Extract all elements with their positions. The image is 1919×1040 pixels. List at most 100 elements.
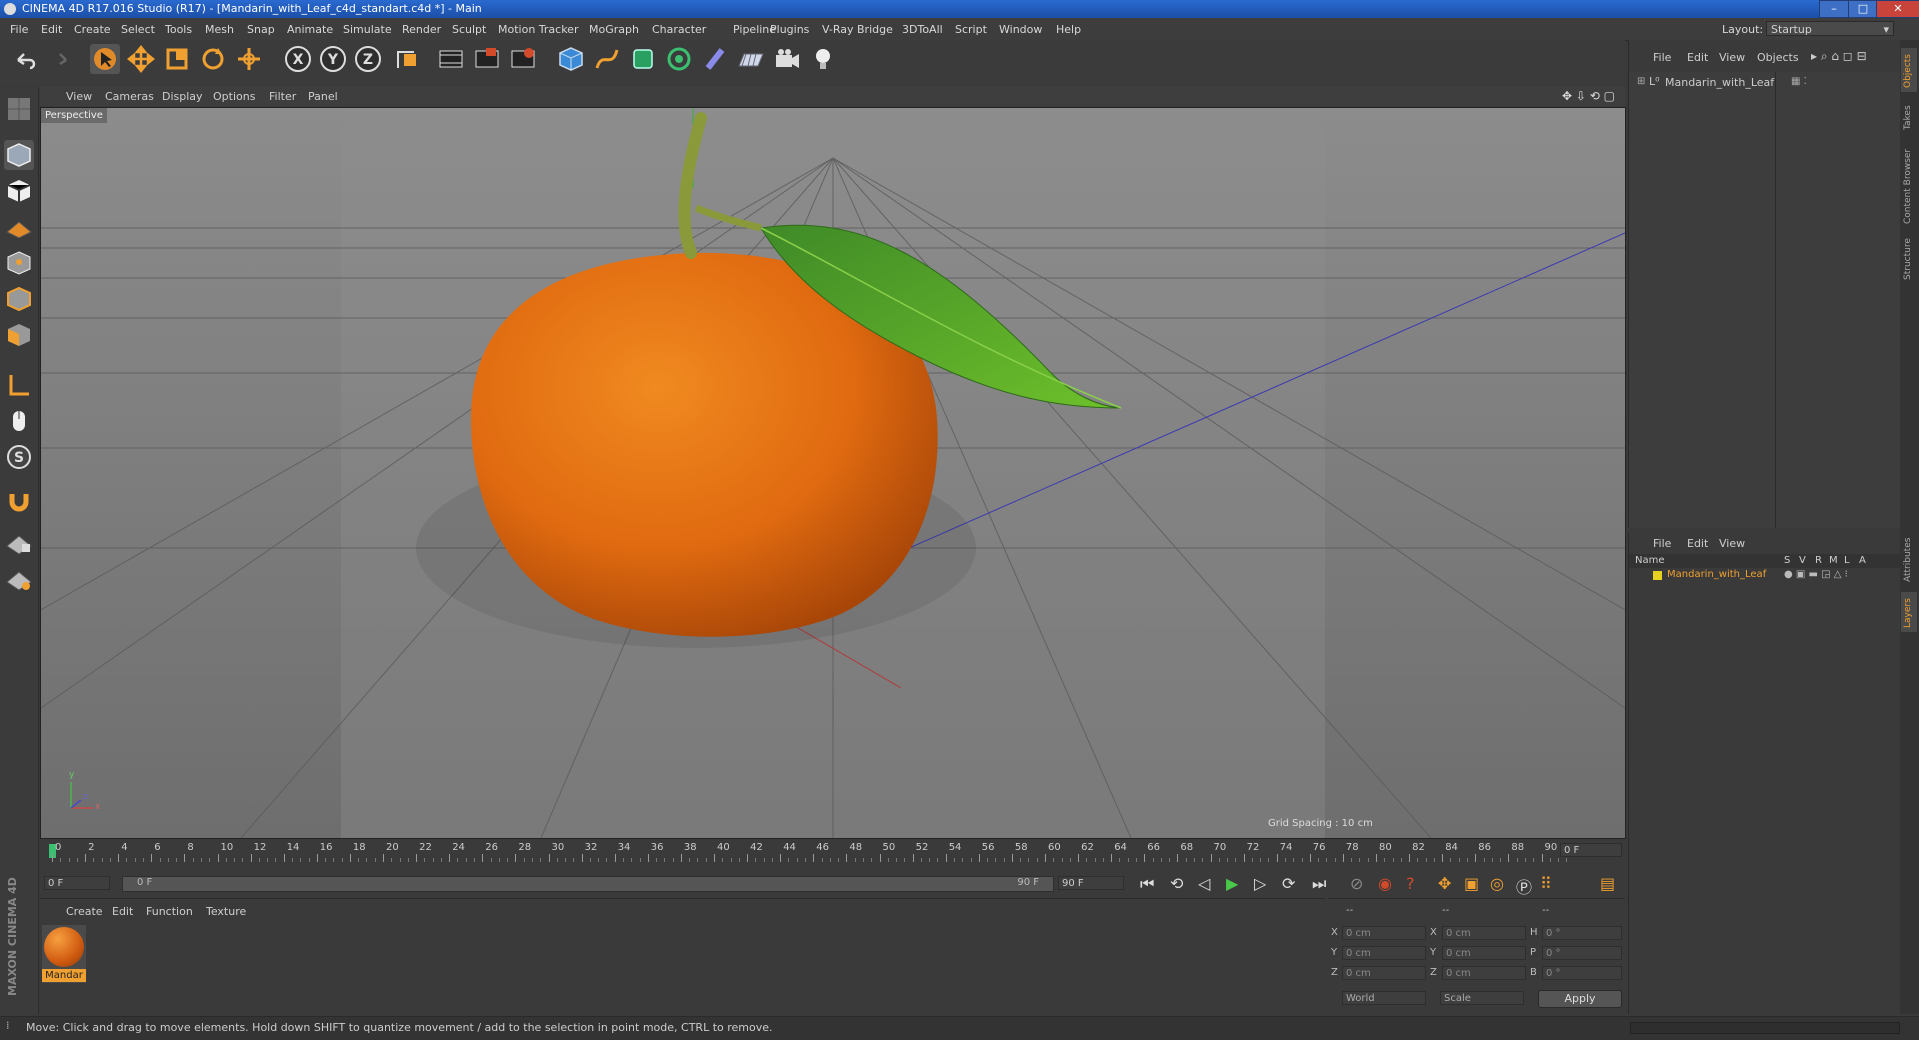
make-editable-icon[interactable] xyxy=(4,94,34,124)
undo-icon[interactable] xyxy=(10,44,40,74)
model-mode-icon[interactable] xyxy=(4,140,34,170)
position-z-field[interactable]: 0 cm xyxy=(1342,966,1426,980)
layout-select[interactable]: Startup ▾ xyxy=(1766,21,1894,36)
play-icon[interactable]: ▶ xyxy=(1226,874,1238,893)
tab-attributes[interactable]: Attributes xyxy=(1901,534,1917,584)
menu-select[interactable]: Select xyxy=(121,23,155,36)
viewport-menu-filter[interactable]: Filter xyxy=(269,90,296,103)
autokey-icon[interactable]: ◉ xyxy=(1378,874,1392,893)
enable-axis-icon[interactable] xyxy=(4,370,34,400)
layers-menu-file[interactable]: File xyxy=(1653,537,1671,550)
layer-flags-icons[interactable]: ● ▣ ▬ ◲ △ ⁝ xyxy=(1784,569,1848,580)
keyframe-selection-icon[interactable]: ? xyxy=(1406,874,1415,893)
snapping-icon[interactable]: S xyxy=(4,442,34,472)
render-view-icon[interactable] xyxy=(436,44,466,74)
cube-icon[interactable] xyxy=(556,44,586,74)
x-axis-lock-icon[interactable]: X xyxy=(283,44,313,74)
menu-animate[interactable]: Animate xyxy=(287,23,333,36)
rotation-p-field[interactable]: 0 ° xyxy=(1542,946,1622,960)
next-frame-icon[interactable]: ▷ xyxy=(1254,874,1266,893)
scale-mode-select[interactable]: Scale xyxy=(1440,991,1524,1005)
apply-button[interactable]: Apply xyxy=(1538,990,1622,1008)
transform-tool-icon[interactable] xyxy=(234,44,264,74)
menu-window[interactable]: Window xyxy=(999,23,1042,36)
key-parameter-icon[interactable]: Ⓟ xyxy=(1516,874,1532,898)
menu-sculpt[interactable]: Sculpt xyxy=(452,23,486,36)
viewport-menu-panel[interactable]: Panel xyxy=(308,90,338,103)
previous-keyframe-icon[interactable]: ⟲ xyxy=(1170,874,1183,893)
points-mode-icon[interactable] xyxy=(4,248,34,278)
viewport[interactable]: Perspective Grid Spacing : 10 cm y x z xyxy=(40,107,1626,839)
end-frame-field[interactable]: 90 F xyxy=(1058,876,1124,890)
coordinate-system-icon[interactable] xyxy=(392,44,422,74)
coordinate-space-select[interactable]: World xyxy=(1342,991,1426,1005)
light-icon[interactable] xyxy=(808,44,838,74)
tweak-mode-icon[interactable] xyxy=(4,406,34,436)
tab-layers[interactable]: Layers xyxy=(1901,592,1917,632)
material-menu-edit[interactable]: Edit xyxy=(112,905,133,918)
planar-workplane-icon[interactable] xyxy=(4,564,34,594)
go-to-end-icon[interactable]: ⏭ xyxy=(1312,874,1326,894)
menu-help[interactable]: Help xyxy=(1056,23,1081,36)
polygons-mode-icon[interactable] xyxy=(4,320,34,350)
texture-mode-icon[interactable] xyxy=(4,176,34,206)
frame-range-slider[interactable]: 0 F 90 F xyxy=(122,876,1054,892)
rotation-b-field[interactable]: 0 ° xyxy=(1542,966,1622,980)
tab-takes[interactable]: Takes xyxy=(1901,98,1917,134)
nurbs-icon[interactable] xyxy=(628,44,658,74)
live-selection-icon[interactable] xyxy=(90,44,120,74)
objects-menu-edit[interactable]: Edit xyxy=(1687,51,1708,64)
current-frame-field[interactable]: 0 F xyxy=(1560,843,1622,857)
viewport-menu-cameras[interactable]: Cameras xyxy=(105,90,154,103)
spline-pen-icon[interactable] xyxy=(592,44,622,74)
record-keys-icon[interactable]: ⊘ xyxy=(1350,874,1363,893)
menu-script[interactable]: Script xyxy=(955,23,987,36)
key-rotation-icon[interactable]: ◎ xyxy=(1490,874,1504,893)
floor-icon[interactable] xyxy=(736,44,766,74)
objects-menu-file[interactable]: File xyxy=(1653,51,1671,64)
close-button[interactable]: ✕ xyxy=(1876,0,1919,18)
edges-mode-icon[interactable] xyxy=(4,284,34,314)
position-y-field[interactable]: 0 cm xyxy=(1342,946,1426,960)
menu-character[interactable]: Character xyxy=(652,23,706,36)
menu-simulate[interactable]: Simulate xyxy=(343,23,392,36)
menu-edit[interactable]: Edit xyxy=(41,23,62,36)
menu-render[interactable]: Render xyxy=(402,23,441,36)
rotate-tool-icon[interactable] xyxy=(198,44,228,74)
material-menu-texture[interactable]: Texture xyxy=(206,905,246,918)
y-axis-lock-icon[interactable]: Y xyxy=(318,44,348,74)
viewport-menu-display[interactable]: Display xyxy=(162,90,203,103)
z-axis-lock-icon[interactable]: Z xyxy=(353,44,383,74)
go-to-start-icon[interactable]: ⏮ xyxy=(1140,874,1154,894)
size-x-field[interactable]: 0 cm xyxy=(1442,926,1526,940)
size-y-field[interactable]: 0 cm xyxy=(1442,946,1526,960)
redo-icon[interactable] xyxy=(44,44,74,74)
start-frame-field[interactable]: 0 F xyxy=(44,876,110,890)
rotation-h-field[interactable]: 0 ° xyxy=(1542,926,1622,940)
menu-create[interactable]: Create xyxy=(74,23,111,36)
workplane-icon[interactable] xyxy=(4,212,34,242)
menu-3dtoall[interactable]: 3DToAll xyxy=(902,23,943,36)
objects-toolbar-icons[interactable]: ▸ ⌕ ⌂ ◻ ⊟ xyxy=(1811,49,1867,64)
menu-mesh[interactable]: Mesh xyxy=(205,23,234,36)
viewport-menu-options[interactable]: Options xyxy=(213,90,255,103)
move-tool-icon[interactable] xyxy=(126,44,156,74)
render-settings-icon[interactable] xyxy=(508,44,538,74)
material-swatch[interactable]: Mandar xyxy=(42,925,86,983)
size-z-field[interactable]: 0 cm xyxy=(1442,966,1526,980)
position-x-field[interactable]: 0 cm xyxy=(1342,926,1426,940)
lock-workplane-icon[interactable] xyxy=(4,528,34,558)
scale-tool-icon[interactable] xyxy=(162,44,192,74)
menu-snap[interactable]: Snap xyxy=(247,23,275,36)
tab-content-browser[interactable]: Content Browser xyxy=(1901,140,1917,226)
timeline-window-icon[interactable]: ▤ xyxy=(1600,874,1615,893)
magnet-icon[interactable] xyxy=(4,486,34,516)
timeline-ruler[interactable]: 0 2 4 6 8 10 12 14 16 18 20 22 24 26 28 30 32 34 36 38 40 42 4… xyxy=(40,840,1625,862)
layer-row[interactable]: Mandarin_with_Leaf ● ▣ ▬ ◲ △ ⁝ xyxy=(1629,569,1901,583)
objects-menu-objects[interactable]: Objects xyxy=(1757,51,1799,64)
material-menu-function[interactable]: Function xyxy=(146,905,193,918)
key-position-icon[interactable]: ✥ xyxy=(1438,874,1451,893)
viewport-nav-icons[interactable]: ✥ ⇩ ⟲ ▢ xyxy=(1562,89,1615,103)
menu-vray-bridge[interactable]: V-Ray Bridge xyxy=(822,23,893,36)
menu-motion-tracker[interactable]: Motion Tracker xyxy=(498,23,578,36)
